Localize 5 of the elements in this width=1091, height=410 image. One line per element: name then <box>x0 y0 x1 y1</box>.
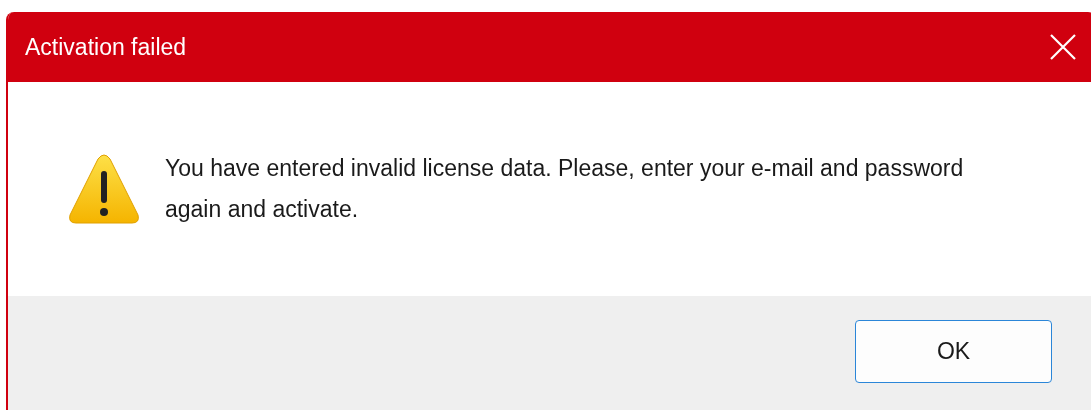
ok-button[interactable]: OK <box>855 320 1052 383</box>
error-message: You have entered invalid license data. Please, enter your e-mail and password again and activate. <box>165 154 965 224</box>
close-icon <box>1050 34 1076 60</box>
warning-icon <box>68 153 140 225</box>
window-title: Activation failed <box>25 33 187 61</box>
